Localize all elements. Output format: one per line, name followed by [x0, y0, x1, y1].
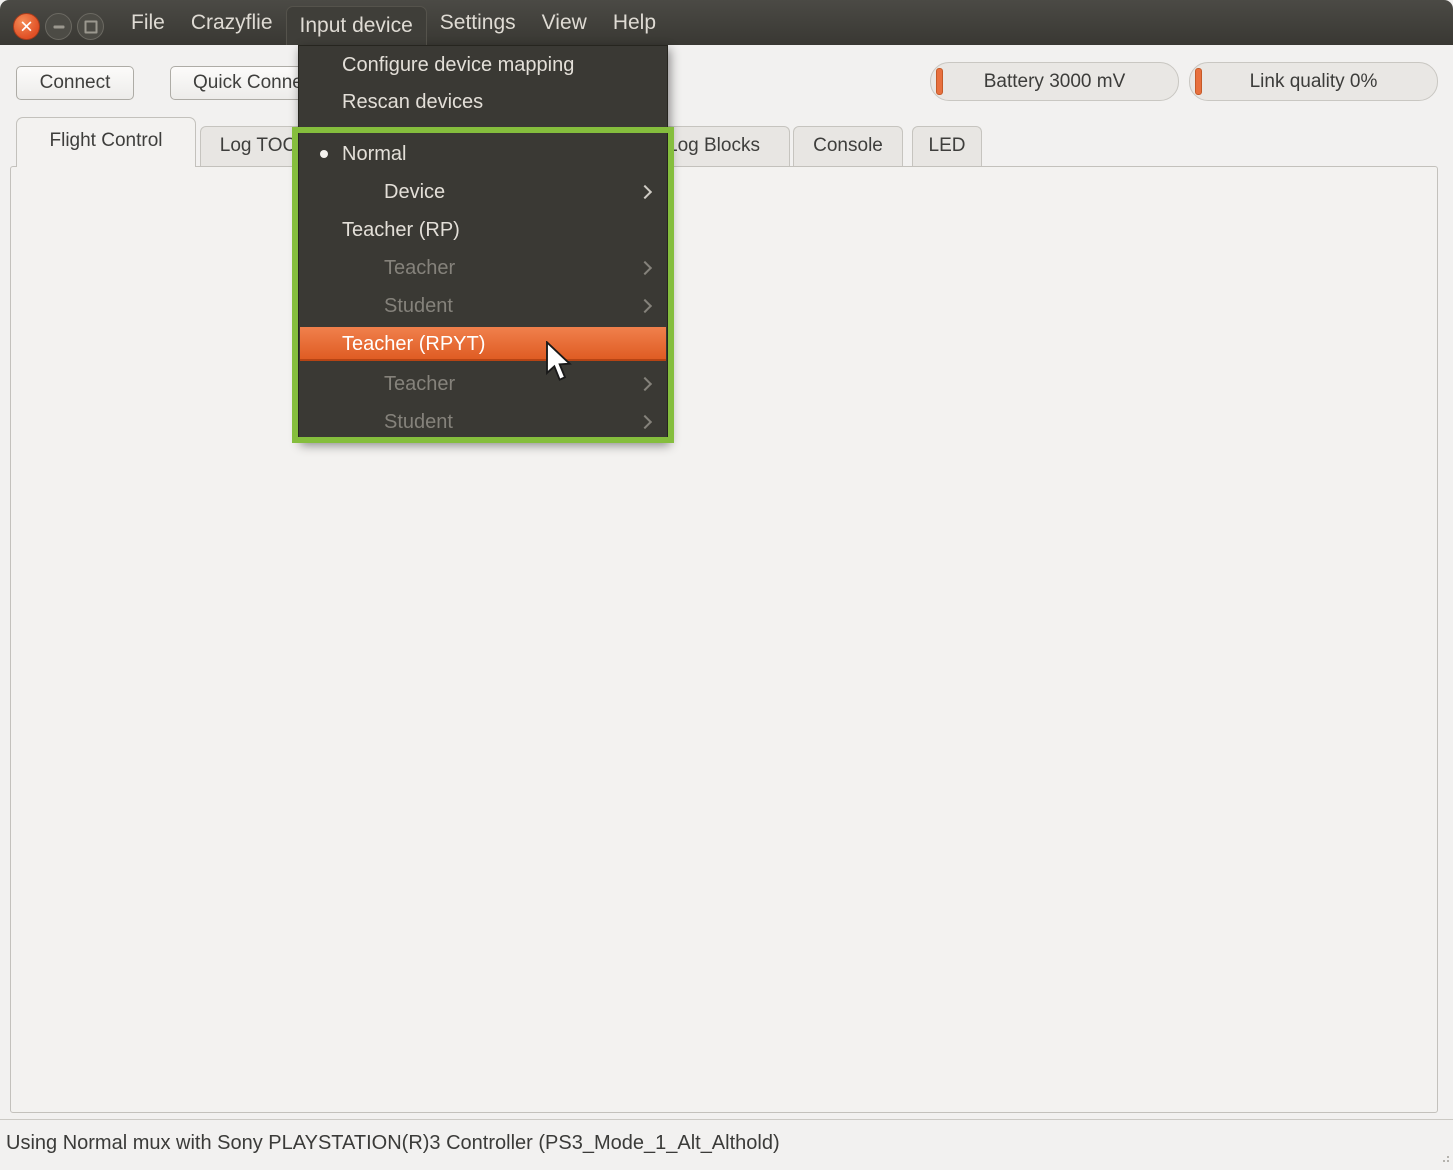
menu-item-student-4: Student [300, 287, 666, 325]
menubar: FileCrazyflieInput deviceSettingsViewHel… [118, 0, 669, 45]
maximize-window-icon[interactable] [77, 13, 104, 40]
menubar-item-input-device[interactable]: Input device [286, 6, 427, 45]
link-quality-progress-chunk [1195, 68, 1202, 95]
flight-control-tab-page [10, 166, 1438, 1113]
submenu-arrow-icon [638, 185, 652, 199]
connect-button[interactable]: Connect [16, 66, 134, 100]
statusbar-divider [0, 1119, 1453, 1120]
crazyflie-client-window: ✕ FileCrazyflieInput deviceSettingsViewH… [0, 0, 1453, 1170]
input-device-menu: Configure device mappingRescan devices No… [298, 45, 668, 441]
menu-item-student-7: Student [300, 403, 666, 441]
menu-item-configure-device-mapping[interactable]: Configure device mapping [300, 47, 666, 84]
link-quality-progressbar: Link quality 0% [1189, 62, 1438, 101]
tab-led[interactable]: LED [912, 126, 982, 166]
tab-console[interactable]: Console [793, 126, 903, 166]
submenu-arrow-icon [638, 261, 652, 275]
menubar-item-view[interactable]: View [529, 0, 600, 45]
close-window-icon[interactable]: ✕ [13, 13, 40, 40]
tab-flight-control[interactable]: Flight Control [16, 117, 196, 167]
battery-progress-chunk [936, 68, 943, 95]
titlebar: ✕ FileCrazyflieInput deviceSettingsViewH… [0, 0, 1453, 45]
menubar-item-settings[interactable]: Settings [427, 0, 529, 45]
menu-item-device-1[interactable]: Device [300, 173, 666, 211]
submenu-arrow-icon [638, 415, 652, 429]
menubar-item-help[interactable]: Help [600, 0, 669, 45]
menu-item-teacher-3: Teacher [300, 249, 666, 287]
menu-item-teacher-6: Teacher [300, 365, 666, 403]
radio-checked-icon [320, 150, 328, 158]
menu-item-teacher-rpyt-5[interactable]: Teacher (RPYT) [300, 327, 666, 361]
battery-progressbar: Battery 3000 mV [930, 62, 1179, 101]
menu-item-teacher-rp-2[interactable]: Teacher (RP) [300, 211, 666, 249]
submenu-arrow-icon [638, 377, 652, 391]
menubar-item-file[interactable]: File [118, 0, 178, 45]
close-x-glyph: ✕ [19, 18, 33, 35]
minimize-glyph [53, 25, 64, 28]
minimize-window-icon[interactable] [45, 13, 72, 40]
link-quality-label: Link quality 0% [1250, 71, 1378, 92]
maximize-glyph [84, 20, 97, 33]
menu-item-normal-0[interactable]: Normal [300, 135, 666, 173]
submenu-arrow-icon [638, 299, 652, 313]
battery-label: Battery 3000 mV [984, 71, 1126, 92]
statusbar-text: Using Normal mux with Sony PLAYSTATION(R… [6, 1132, 780, 1155]
menubar-item-crazyflie[interactable]: Crazyflie [178, 0, 286, 45]
menu-item-rescan-devices[interactable]: Rescan devices [300, 84, 666, 121]
